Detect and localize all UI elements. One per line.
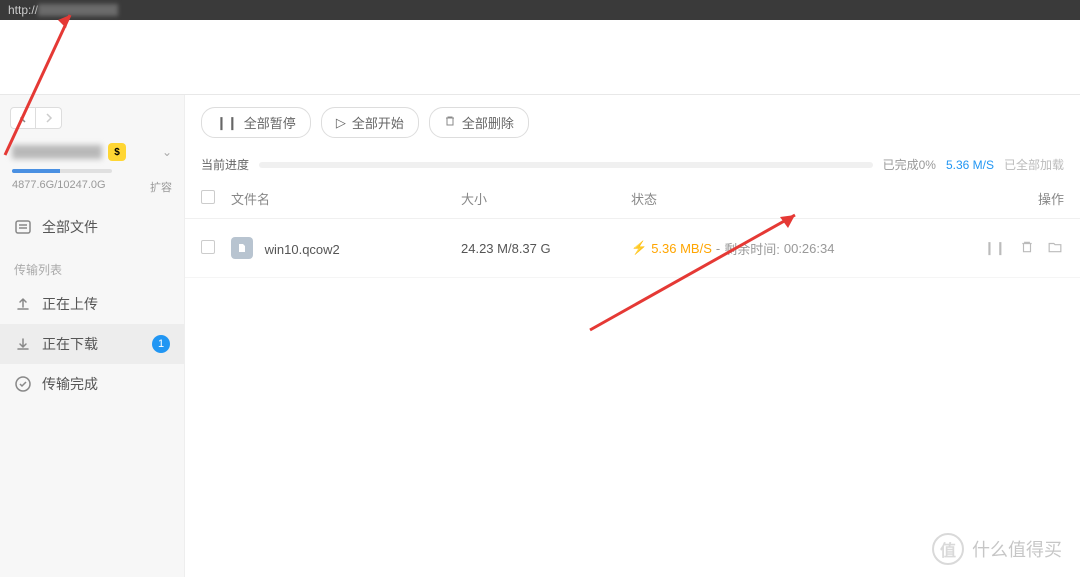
- select-all-checkbox[interactable]: [201, 190, 215, 204]
- file-status-cell: ⚡ 5.36 MB/S - 剩余时间: 00:26:34: [631, 239, 984, 258]
- progress-accel-text: 已全部加载: [1004, 156, 1064, 173]
- sidebar-item-label: 正在上传: [42, 294, 98, 314]
- page-header-blank: [0, 20, 1080, 95]
- download-count-badge: 1: [152, 335, 170, 353]
- chevron-down-icon: ⌄: [162, 145, 172, 159]
- row-folder-button[interactable]: [1048, 240, 1062, 257]
- bolt-icon: ⚡: [631, 240, 647, 256]
- url-redacted: [38, 4, 118, 16]
- storage-text-row: 4877.6G/10247.0G 扩容: [0, 175, 184, 207]
- browser-address-bar[interactable]: http://: [0, 0, 1080, 20]
- header-action: 操作: [984, 189, 1064, 208]
- nav-arrows: [0, 95, 184, 137]
- start-all-button[interactable]: ▷ 全部开始: [321, 107, 419, 138]
- watermark-logo-icon: 值: [932, 533, 964, 565]
- sidebar: $ ⌄ 4877.6G/10247.0G 扩容 全部文件 传输列表 正在上传: [0, 95, 185, 577]
- row-pause-button[interactable]: ❙❙: [984, 240, 1006, 257]
- overall-progress-row: 当前进度 已完成0% 5.36 M/S 已全部加载: [185, 150, 1080, 179]
- watermark: 值 什么值得买: [932, 533, 1062, 565]
- watermark-text: 什么值得买: [972, 536, 1062, 562]
- storage-bar: [0, 167, 184, 175]
- play-icon: ▷: [336, 115, 346, 131]
- button-label: 全部删除: [462, 113, 514, 132]
- content-area: ❙❙ 全部暂停 ▷ 全部开始 全部删除 当前进度 已完成0% 5.36 M/S …: [185, 95, 1080, 577]
- pause-all-button[interactable]: ❙❙ 全部暂停: [201, 107, 311, 138]
- upload-icon: [14, 295, 32, 313]
- url-prefix: http://: [8, 3, 38, 17]
- table-row[interactable]: win10.qcow2 24.23 M/8.37 G ⚡ 5.36 MB/S -…: [185, 219, 1080, 278]
- button-label: 全部暂停: [244, 113, 296, 132]
- storage-usage-text: 4877.6G/10247.0G: [12, 179, 106, 195]
- toolbar: ❙❙ 全部暂停 ▷ 全部开始 全部删除: [185, 95, 1080, 150]
- progress-bar: [259, 162, 873, 168]
- pause-icon: ❙❙: [216, 115, 238, 131]
- nav-back-button[interactable]: [10, 107, 36, 129]
- remaining-label: 剩余时间:: [724, 239, 780, 258]
- header-size[interactable]: 大小: [461, 189, 631, 208]
- nav-forward-button[interactable]: [36, 107, 62, 129]
- filename-text: win10.qcow2: [265, 242, 340, 257]
- row-actions: ❙❙: [984, 240, 1064, 257]
- sidebar-section-title: 传输列表: [0, 247, 184, 284]
- sidebar-item-uploading[interactable]: 正在上传: [0, 284, 184, 324]
- account-row[interactable]: $ ⌄: [0, 137, 184, 167]
- sidebar-item-label: 传输完成: [42, 374, 98, 394]
- file-icon: [231, 237, 253, 259]
- account-name-redacted: [12, 145, 102, 159]
- progress-percent: 已完成0%: [883, 156, 936, 173]
- sidebar-item-label: 正在下载: [42, 334, 98, 354]
- progress-label: 当前进度: [201, 156, 249, 173]
- sidebar-item-completed[interactable]: 传输完成: [0, 364, 184, 404]
- download-icon: [14, 335, 32, 353]
- row-checkbox[interactable]: [201, 240, 215, 254]
- check-circle-icon: [14, 375, 32, 393]
- row-delete-button[interactable]: [1020, 240, 1034, 257]
- expand-storage-link[interactable]: 扩容: [150, 179, 172, 195]
- sidebar-item-label: 全部文件: [42, 217, 98, 237]
- button-label: 全部开始: [352, 113, 404, 132]
- download-speed: 5.36 MB/S: [651, 241, 712, 256]
- remaining-sep: -: [716, 241, 720, 256]
- sidebar-item-all-files[interactable]: 全部文件: [0, 207, 184, 247]
- list-icon: [14, 218, 32, 236]
- header-filename[interactable]: 文件名: [231, 189, 461, 208]
- trash-icon: [444, 115, 456, 130]
- file-name-cell: win10.qcow2: [231, 237, 461, 259]
- table-header: 文件名 大小 状态 操作: [185, 179, 1080, 219]
- coin-badge-icon: $: [108, 143, 126, 161]
- main-layout: $ ⌄ 4877.6G/10247.0G 扩容 全部文件 传输列表 正在上传: [0, 95, 1080, 577]
- file-size-cell: 24.23 M/8.37 G: [461, 241, 631, 256]
- remaining-time: 00:26:34: [784, 241, 835, 256]
- sidebar-item-downloading[interactable]: 正在下载 1: [0, 324, 184, 364]
- header-status[interactable]: 状态: [631, 189, 984, 208]
- progress-speed: 5.36 M/S: [946, 158, 994, 172]
- delete-all-button[interactable]: 全部删除: [429, 107, 529, 138]
